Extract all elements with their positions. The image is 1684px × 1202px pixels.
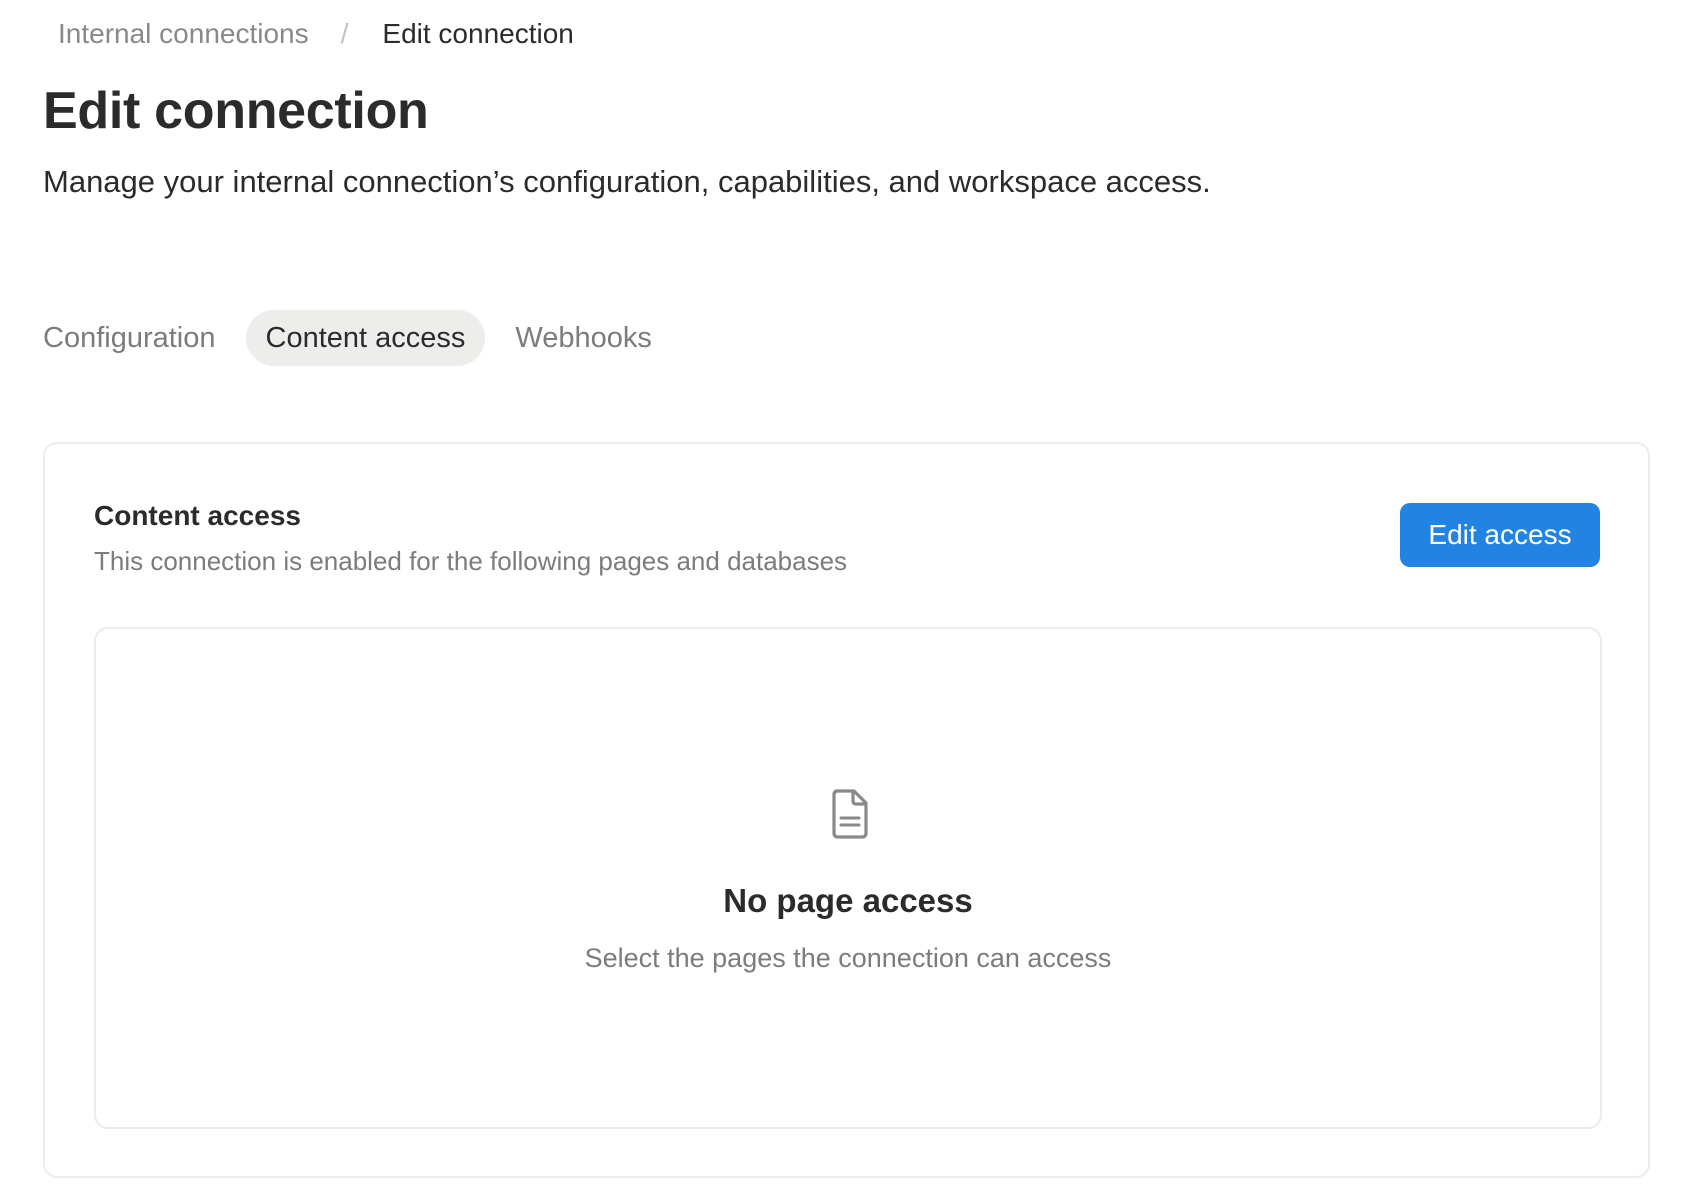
empty-state-description: Select the pages the connection can acce… (584, 943, 1112, 973)
tab-bar: Configuration Content access Webhooks (43, 310, 672, 366)
tab-content-access[interactable]: Content access (245, 310, 486, 366)
card-description: This connection is enabled for the follo… (94, 546, 848, 576)
page: Internal connections / Edit connection E… (0, 0, 1684, 1202)
tab-webhooks[interactable]: Webhooks (495, 310, 672, 366)
content-access-card: Content access This connection is enable… (43, 442, 1650, 1178)
empty-state: No page access Select the pages the conn… (94, 627, 1602, 1129)
page-subtitle: Manage your internal connection’s config… (43, 164, 1211, 199)
breadcrumb-current: Edit connection (382, 18, 574, 49)
card-title: Content access (94, 500, 301, 531)
empty-state-title: No page access (723, 882, 973, 919)
edit-access-button[interactable]: Edit access (1400, 503, 1600, 567)
document-icon (832, 789, 868, 839)
breadcrumb-separator: / (340, 18, 349, 49)
tab-configuration[interactable]: Configuration (43, 310, 236, 366)
breadcrumb-internal-connections[interactable]: Internal connections (58, 14, 309, 54)
page-title: Edit connection (43, 82, 429, 140)
breadcrumb: Internal connections / Edit connection (58, 14, 574, 54)
